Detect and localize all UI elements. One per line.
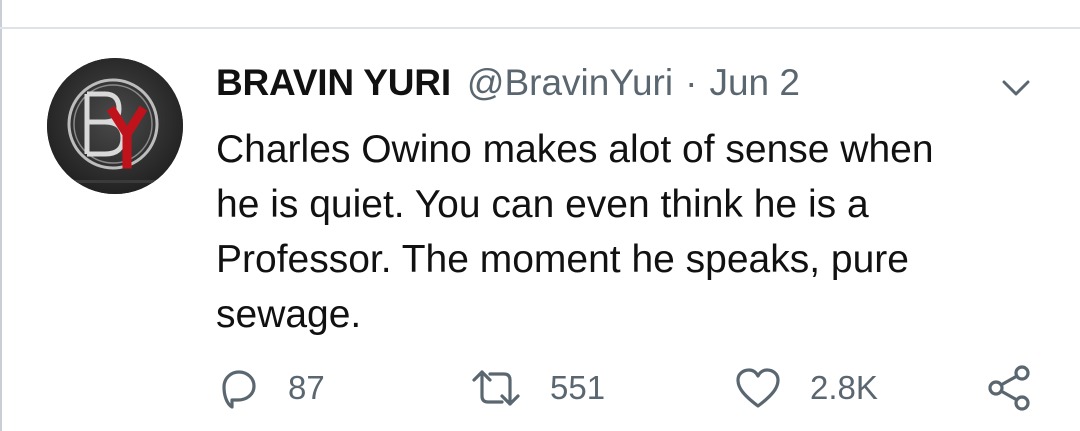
tweet-text-line: sewage. <box>216 293 362 336</box>
heart-icon <box>736 368 780 408</box>
reply-icon <box>222 370 256 409</box>
like-button[interactable]: 2.8K <box>734 366 878 410</box>
tweet-actions: 87 551 2.8K <box>0 364 1080 414</box>
tweet-text-line: he is quiet. You can even think he is a <box>216 183 869 226</box>
tweet-menu-button[interactable] <box>1000 76 1032 100</box>
share-button[interactable] <box>986 364 1032 412</box>
tweet-date[interactable]: Jun 2 <box>709 62 800 104</box>
tweet-text: Charles Owino makes alot of sense when h… <box>216 122 1016 342</box>
retweet-icon <box>472 370 520 406</box>
reply-count: 87 <box>288 369 325 406</box>
share-icon <box>988 365 1030 411</box>
author-handle[interactable]: @BravinYuri <box>467 62 673 104</box>
like-count: 2.8K <box>810 369 878 406</box>
chevron-down-icon <box>1002 80 1030 96</box>
tweet-text-line: Professor. The moment he speaks, pure <box>216 238 909 281</box>
retweet-button[interactable]: 551 <box>470 366 605 410</box>
reply-button[interactable]: 87 <box>216 366 325 410</box>
avatar[interactable] <box>47 58 183 194</box>
tweet-header: BRAVIN YURI @BravinYuri · Jun 2 <box>216 62 800 112</box>
author-name[interactable]: BRAVIN YURI <box>216 62 451 104</box>
tweet-text-line: Charles Owino makes alot of sense when <box>216 128 934 171</box>
retweet-count: 551 <box>550 369 606 406</box>
top-divider <box>0 27 1080 29</box>
avatar-logo-image <box>47 58 183 194</box>
header-separator: · <box>685 62 698 103</box>
